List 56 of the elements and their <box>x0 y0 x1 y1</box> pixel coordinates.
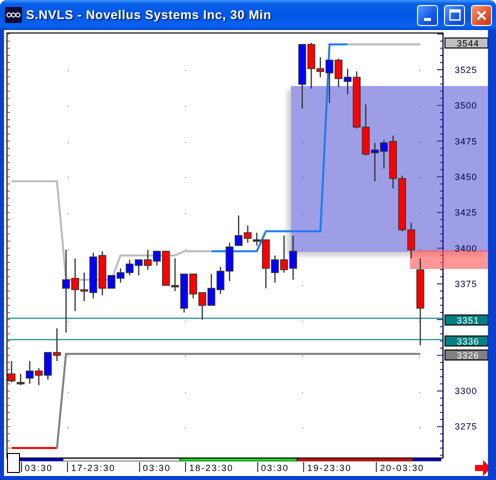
time-label: 20-03:30 <box>380 463 424 473</box>
time-label: 17-23:30 <box>71 463 116 473</box>
time-label: 03:30 <box>260 463 289 473</box>
candle-wick <box>292 236 294 280</box>
candle-wick <box>220 266 222 294</box>
price-label: 3351 <box>456 316 480 326</box>
candle <box>207 288 216 306</box>
window-title: S.NVLS - Novellus Systems Inc, 30 Min <box>26 8 272 22</box>
price-label: 3375 <box>454 279 478 289</box>
maximize-button[interactable] <box>444 4 465 26</box>
arrow-right-icon[interactable] <box>475 460 488 476</box>
price-label: 3326 <box>456 350 480 360</box>
candle-wick <box>129 260 130 276</box>
time-label: 03:30 <box>142 463 171 473</box>
candle-wick <box>410 222 412 258</box>
price-label: 3425 <box>454 208 478 218</box>
candle-wick <box>20 374 22 386</box>
maximize-icon <box>448 9 460 21</box>
candle-wick <box>147 250 148 270</box>
price-label: 3544 <box>456 38 480 48</box>
candle-wick <box>374 142 376 182</box>
candle-wick <box>338 58 340 88</box>
price-label: 3450 <box>454 172 478 182</box>
minimize-icon <box>424 18 431 20</box>
candle-wick <box>283 236 285 273</box>
candle-wick <box>274 255 276 283</box>
candle-wick <box>84 272 85 302</box>
price-label: 3300 <box>454 386 478 396</box>
candle <box>416 269 424 309</box>
candle-wick <box>247 226 248 243</box>
candle-wick <box>10 361 12 382</box>
minimize-button[interactable] <box>417 4 438 26</box>
candle-wick <box>383 140 385 168</box>
candle-wick <box>74 258 76 312</box>
candle-wick <box>29 361 30 384</box>
candle-wick <box>174 258 176 292</box>
price-label: 3500 <box>454 100 478 111</box>
candle-wick <box>120 268 122 283</box>
scroll-box[interactable] <box>7 453 20 473</box>
price-label: 3336 <box>456 336 480 346</box>
price-label: 3275 <box>454 422 478 432</box>
app-icon <box>5 7 22 23</box>
candle-wick <box>320 57 321 78</box>
time-label: 19-23:30 <box>307 463 352 473</box>
candle-wick <box>347 68 348 94</box>
close-icon <box>476 10 487 20</box>
close-button[interactable] <box>471 4 492 26</box>
candle-wick <box>56 328 58 362</box>
price-label: 3475 <box>454 136 478 146</box>
price-label: 3400 <box>454 243 478 254</box>
candle <box>126 264 134 273</box>
candle-wick <box>38 368 40 386</box>
price-label: 3525 <box>454 65 478 76</box>
time-label: 03:30 <box>24 463 53 473</box>
time-label: 18-23:30 <box>189 463 234 473</box>
candle-wick <box>256 232 258 246</box>
